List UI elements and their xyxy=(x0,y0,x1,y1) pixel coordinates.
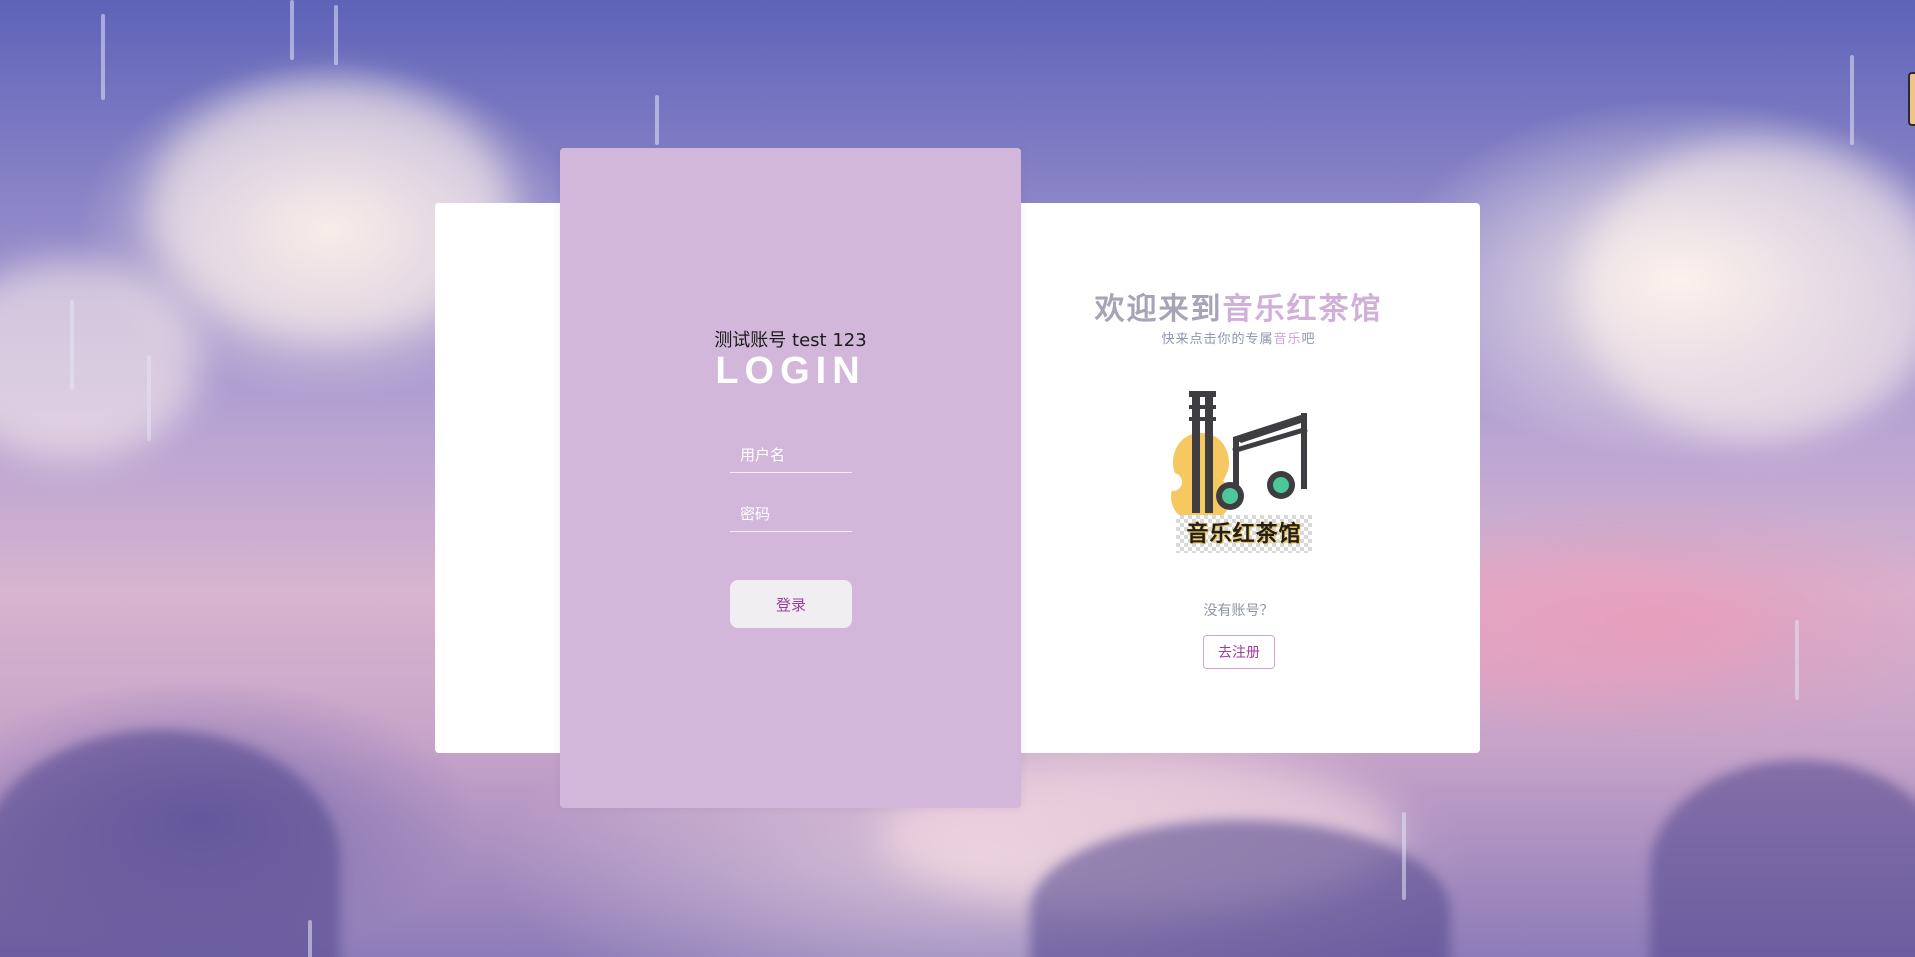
background-cloud xyxy=(0,260,200,460)
welcome-title-prefix: 欢迎来到 xyxy=(1094,292,1223,327)
violin-peg xyxy=(1189,405,1216,409)
note-head-fill xyxy=(1273,477,1289,493)
welcome-title-accent: 音乐红茶馆 xyxy=(1222,292,1383,327)
note-stem xyxy=(1301,413,1307,489)
rain-streak xyxy=(101,14,105,100)
rain-streak xyxy=(290,0,294,60)
welcome-subtitle-accent: 音乐 xyxy=(1273,332,1302,347)
register-button[interactable]: 去注册 xyxy=(1203,635,1275,669)
login-panel: 测试账号 test 123 LOGIN 登录 xyxy=(560,148,1021,808)
note-head-fill xyxy=(1222,488,1238,504)
violin-neck xyxy=(1205,391,1213,513)
rain-streak xyxy=(1402,812,1406,900)
rain-streak xyxy=(334,5,338,65)
test-account-tip: 测试账号 test 123 xyxy=(714,330,867,351)
rain-streak xyxy=(147,355,151,441)
background-cloud xyxy=(1580,140,1915,440)
background-trees xyxy=(0,730,340,957)
username-input[interactable] xyxy=(730,439,852,473)
welcome-subtitle: 快来点击你的专属音乐吧 xyxy=(1021,328,1456,347)
welcome-subtitle-suffix: 吧 xyxy=(1301,332,1316,347)
violin-scroll xyxy=(1189,391,1216,397)
background-trees xyxy=(1650,760,1915,957)
rain-streak xyxy=(1850,55,1854,145)
login-title: LOGIN xyxy=(715,350,866,392)
violin-neck xyxy=(1192,391,1200,513)
side-edge-tab[interactable] xyxy=(1908,72,1915,126)
rain-streak xyxy=(1795,620,1799,700)
welcome-title: 欢迎来到音乐红茶馆 xyxy=(1021,284,1456,328)
rain-streak xyxy=(70,300,74,390)
no-account-prompt: 没有账号？ xyxy=(1203,603,1274,619)
welcome-subtitle-prefix: 快来点击你的专属 xyxy=(1161,332,1274,347)
violin-peg xyxy=(1189,417,1216,421)
logo-text: 音乐红茶馆 xyxy=(1176,515,1312,553)
password-input[interactable] xyxy=(730,498,852,532)
login-button[interactable]: 登录 xyxy=(730,580,852,628)
rain-streak xyxy=(655,95,659,145)
rain-streak xyxy=(308,920,312,957)
